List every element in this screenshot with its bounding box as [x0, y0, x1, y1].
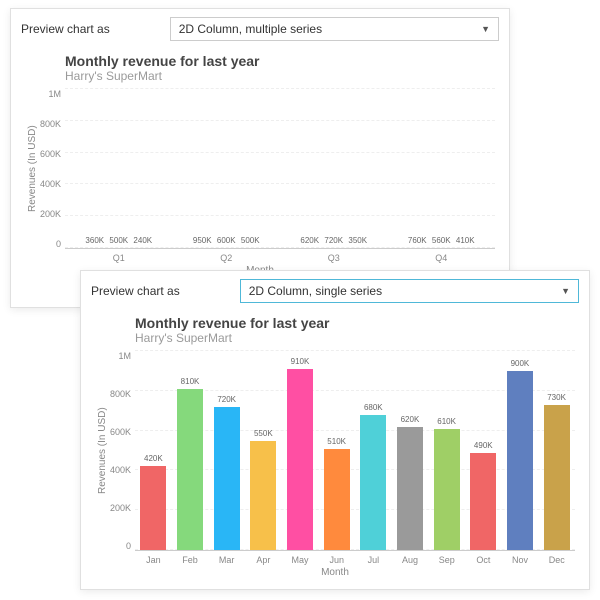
- y-axis-label: Revenues (In USD): [25, 89, 40, 249]
- preview-label: Preview chart as: [21, 22, 110, 36]
- bar-value-label: 720K: [324, 236, 343, 245]
- bar: 680K: [360, 415, 386, 550]
- bar: 550K: [250, 441, 276, 550]
- chart-area: Monthly revenue for last year Harry's Su…: [81, 311, 589, 588]
- bar: 900K: [507, 371, 533, 550]
- bar-value-label: 490K: [474, 441, 493, 450]
- bar-value-label: 950K: [193, 236, 212, 245]
- bar-value-label: 500K: [241, 236, 260, 245]
- bar-value-label: 720K: [217, 395, 236, 404]
- chart-type-select[interactable]: 2D Column, multiple series ▼: [170, 17, 499, 41]
- bar: 720K: [214, 407, 240, 550]
- chart-subtitle: Harry's SuperMart: [65, 69, 495, 83]
- chart-area: Monthly revenue for last year Harry's Su…: [11, 49, 509, 302]
- plot-area-single: 420K 810K 720K 550K 910K 510K 680K 620K 610K 490K…: [135, 351, 575, 551]
- bar-value-label: 410K: [456, 236, 475, 245]
- bar-value-label: 350K: [348, 236, 367, 245]
- x-axis-categories: JanFebMarAprMayJunJulAugSepOctNovDec: [135, 555, 575, 565]
- bar: 610K: [434, 429, 460, 550]
- chart-title: Monthly revenue for last year: [135, 315, 575, 331]
- select-value: 2D Column, multiple series: [179, 22, 322, 36]
- chart-type-select[interactable]: 2D Column, single series ▼: [240, 279, 579, 303]
- chart-subtitle: Harry's SuperMart: [135, 331, 575, 345]
- y-axis-ticks: 1M800K600K400K200K0: [40, 89, 65, 249]
- y-axis-label: Revenues (In USD): [95, 351, 110, 551]
- bar-value-label: 510K: [327, 437, 346, 446]
- bar-value-label: 560K: [432, 236, 451, 245]
- bar-value-label: 500K: [109, 236, 128, 245]
- chart-panel-single: Preview chart as 2D Column, single serie…: [80, 270, 590, 590]
- bar: 730K: [544, 405, 570, 550]
- x-axis-categories: Q1Q2Q3Q4: [65, 253, 495, 263]
- chart-title: Monthly revenue for last year: [65, 53, 495, 69]
- y-axis-ticks: 1M800K600K400K200K0: [110, 351, 135, 551]
- bar-value-label: 810K: [181, 377, 200, 386]
- bar-value-label: 620K: [300, 236, 319, 245]
- plot-area-multi: 360K 500K 240K 950K 600K 500K 620K 720K 350K 760K…: [65, 89, 495, 249]
- bar-value-label: 620K: [401, 415, 420, 424]
- bar: 490K: [470, 453, 496, 551]
- bar-value-label: 910K: [291, 357, 310, 366]
- bar: 810K: [177, 389, 203, 550]
- x-axis-label: Month: [95, 567, 575, 578]
- bar: 910K: [287, 369, 313, 550]
- bar: 510K: [324, 449, 350, 550]
- bar: 620K: [397, 427, 423, 550]
- bar: 420K: [140, 466, 166, 550]
- chevron-down-icon: ▼: [561, 286, 570, 296]
- preview-label: Preview chart as: [91, 284, 180, 298]
- chart-panel-multi: Preview chart as 2D Column, multiple ser…: [10, 8, 510, 308]
- bar-value-label: 900K: [511, 359, 530, 368]
- bar-value-label: 610K: [437, 417, 456, 426]
- bar-value-label: 680K: [364, 403, 383, 412]
- bar-value-label: 240K: [133, 236, 152, 245]
- bar-value-label: 760K: [408, 236, 427, 245]
- select-value: 2D Column, single series: [249, 284, 382, 298]
- panel-topbar: Preview chart as 2D Column, single serie…: [81, 271, 589, 311]
- panel-topbar: Preview chart as 2D Column, multiple ser…: [11, 9, 509, 49]
- bar-value-label: 600K: [217, 236, 236, 245]
- bar-value-label: 420K: [144, 454, 163, 463]
- bar-value-label: 550K: [254, 429, 273, 438]
- bar-value-label: 730K: [547, 393, 566, 402]
- chevron-down-icon: ▼: [481, 24, 490, 34]
- bar-value-label: 360K: [85, 236, 104, 245]
